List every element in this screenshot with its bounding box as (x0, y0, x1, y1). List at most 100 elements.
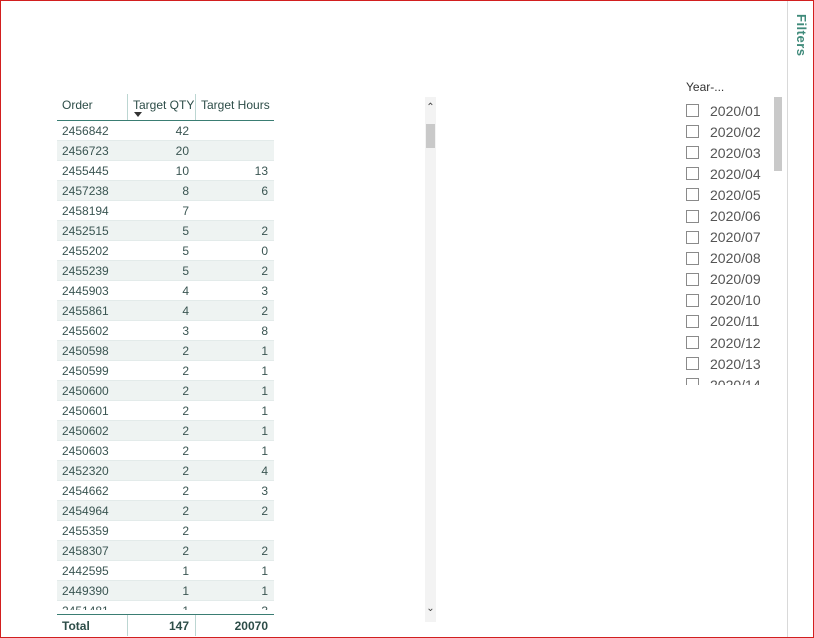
column-header-target-qty[interactable]: Target QTY (127, 94, 195, 120)
cell-order: 2454964 (62, 504, 109, 518)
table-row[interactable]: 2454662 2 3 (57, 481, 274, 501)
table-row[interactable]: 2455445 10 13 (57, 161, 274, 181)
cell-qty: 4 (182, 304, 189, 318)
checkbox[interactable] (686, 378, 699, 385)
slicer-item-label: 2020/01 (710, 102, 761, 119)
checkbox[interactable] (686, 230, 699, 244)
slicer-scrollbar[interactable] (774, 97, 782, 387)
table-row[interactable]: 2450601 2 1 (57, 401, 274, 421)
checkbox[interactable] (686, 209, 699, 223)
table-row[interactable]: 2450602 2 1 (57, 421, 274, 441)
slicer-item-label: 2020/14 (710, 376, 761, 385)
cell-order: 2455359 (62, 524, 109, 538)
cell-qty: 2 (182, 424, 189, 438)
slicer-item[interactable]: 2020/14 (686, 374, 776, 385)
cell-qty: 4 (182, 284, 189, 298)
slicer-item[interactable]: 2020/10 (686, 290, 776, 311)
table-row[interactable]: 2450599 2 1 (57, 361, 274, 381)
table-row[interactable]: 2455861 4 2 (57, 301, 274, 321)
slicer-item[interactable]: 2020/01 (686, 100, 776, 121)
table-row[interactable]: 2450598 2 1 (57, 341, 274, 361)
slicer-item[interactable]: 2020/04 (686, 163, 776, 184)
slicer-item[interactable]: 2020/13 (686, 353, 776, 374)
filters-pane[interactable]: Filters (787, 0, 814, 638)
slicer-item-label: 2020/10 (710, 292, 761, 309)
checkbox[interactable] (686, 336, 699, 350)
checkbox[interactable] (686, 188, 699, 202)
chevron-down-icon[interactable]: ⌄ (425, 602, 436, 616)
checkbox[interactable] (686, 357, 699, 371)
table-row[interactable]: 2455239 5 2 (57, 261, 274, 281)
table-row[interactable]: 2455359 2 (57, 521, 274, 541)
table-row[interactable]: 2445903 4 3 (57, 281, 274, 301)
table-row[interactable]: 2455602 3 8 (57, 321, 274, 341)
cell-qty: 5 (182, 224, 189, 238)
sort-descending-icon (134, 112, 142, 117)
cell-order: 2456842 (62, 124, 109, 138)
slicer-item[interactable]: 2020/11 (686, 311, 776, 332)
cell-order: 2450600 (62, 384, 109, 398)
table-row[interactable]: 2450600 2 1 (57, 381, 274, 401)
table-row[interactable]: 2457238 8 6 (57, 181, 274, 201)
slicer-item[interactable]: 2020/07 (686, 227, 776, 248)
cell-order: 2457238 (62, 184, 109, 198)
order-table: Order Target QTY Target Hours 2456842 42 2… (57, 94, 274, 636)
cell-hours (195, 521, 274, 540)
checkbox[interactable] (686, 272, 699, 286)
cell-hours: 1 (261, 384, 268, 398)
slicer-item[interactable]: 2020/06 (686, 205, 776, 226)
slicer-item-label: 2020/05 (710, 186, 761, 203)
checkbox[interactable] (686, 104, 699, 118)
column-header-target-hours[interactable]: Target Hours (195, 94, 274, 120)
table-row[interactable]: 2456842 42 (57, 121, 274, 141)
table-row[interactable]: 2454964 2 2 (57, 501, 274, 521)
slicer-item-label: 2020/11 (710, 313, 760, 330)
table-row[interactable]: 2442595 1 1 (57, 561, 274, 581)
cell-hours: 3 (261, 484, 268, 498)
table-row[interactable]: 2450603 2 1 (57, 441, 274, 461)
total-target-hours: 20070 (195, 615, 274, 636)
slicer-item-label: 2020/08 (710, 250, 761, 267)
table-row[interactable]: 2458307 2 2 (57, 541, 274, 561)
column-header-order[interactable]: Order (57, 94, 127, 120)
slicer-scrollbar-thumb[interactable] (774, 97, 782, 171)
table-row[interactable]: 2455202 5 0 (57, 241, 274, 261)
cell-qty: 2 (182, 544, 189, 558)
checkbox[interactable] (686, 125, 699, 139)
cell-order: 2455445 (62, 164, 109, 178)
checkbox[interactable] (686, 251, 699, 265)
slicer-item[interactable]: 2020/03 (686, 142, 776, 163)
cell-hours (195, 201, 274, 220)
table-row[interactable]: 2452320 2 4 (57, 461, 274, 481)
cell-qty: 7 (182, 204, 189, 218)
filters-pane-label[interactable]: Filters (794, 14, 809, 57)
cell-qty: 5 (182, 244, 189, 258)
table-row[interactable]: 2458194 7 (57, 201, 274, 221)
cell-order: 2455239 (62, 264, 109, 278)
table-row[interactable]: 245148113 (57, 601, 274, 610)
slicer-item[interactable]: 2020/12 (686, 332, 776, 353)
cell-qty: 3 (182, 324, 189, 338)
table-row[interactable]: 2452515 5 2 (57, 221, 274, 241)
slicer-item[interactable]: 2020/02 (686, 121, 776, 142)
table-vertical-scrollbar[interactable]: ⌃ ⌄ (425, 97, 436, 622)
chevron-up-icon[interactable]: ⌃ (425, 101, 436, 115)
slicer-item-label: 2020/09 (710, 271, 761, 288)
cell-order: 2450603 (62, 444, 109, 458)
cell-order: 2450598 (62, 344, 109, 358)
checkbox[interactable] (686, 314, 699, 328)
table-row[interactable]: 2456723 20 (57, 141, 274, 161)
slicer-item-label: 2020/07 (710, 229, 761, 246)
scrollbar-thumb[interactable] (426, 124, 435, 148)
checkbox[interactable] (686, 146, 699, 160)
checkbox[interactable] (686, 167, 699, 181)
cell-order: 2451481 (57, 601, 127, 610)
slicer-item[interactable]: 2020/08 (686, 248, 776, 269)
cell-hours: 2 (261, 224, 268, 238)
cell-hours: 3 (261, 284, 268, 298)
table-row[interactable]: 2449390 1 1 (57, 581, 274, 601)
slicer-item[interactable]: 2020/05 (686, 184, 776, 205)
checkbox[interactable] (686, 293, 699, 307)
slicer-item[interactable]: 2020/09 (686, 269, 776, 290)
slicer-item-label: 2020/06 (710, 208, 761, 225)
